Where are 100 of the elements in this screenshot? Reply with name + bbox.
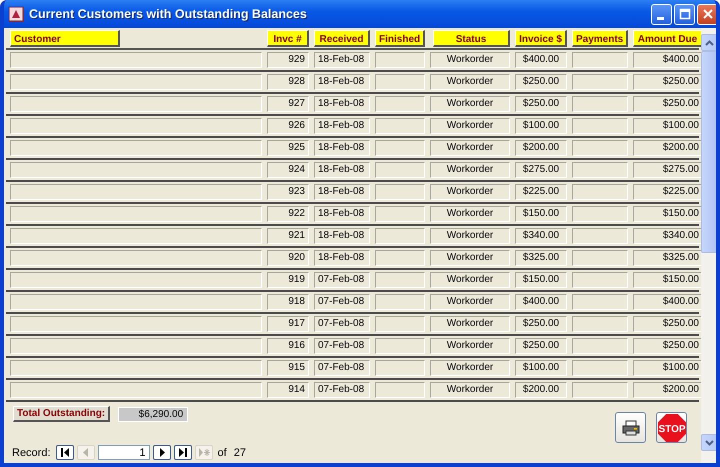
- table-cell: Workorder: [430, 96, 510, 112]
- table-cell: [375, 294, 425, 310]
- left-arrow-icon: [80, 448, 91, 457]
- table-cell: 918: [267, 294, 309, 310]
- table-cell: 921: [267, 228, 309, 244]
- table-cell: $250.00: [515, 316, 567, 332]
- table-cell: Workorder: [430, 206, 510, 222]
- table-cell: [375, 162, 425, 178]
- table-cell: 916: [267, 338, 309, 354]
- table-cell: 925: [267, 140, 309, 156]
- table-cell: 924: [267, 162, 309, 178]
- total-label: Total Outstanding:: [13, 406, 110, 422]
- close-button[interactable]: [697, 4, 716, 24]
- table-cell: Workorder: [430, 118, 510, 134]
- table-cell: 914: [267, 382, 309, 398]
- table-cell: [572, 338, 628, 354]
- table-cell: $250.00: [515, 338, 567, 354]
- table-cell: 919: [267, 272, 309, 288]
- column-header: Invoice $: [515, 30, 567, 46]
- window-title: Current Customers with Outstanding Balances: [29, 7, 308, 21]
- table-cell: $150.00: [515, 206, 567, 222]
- table-cell: Workorder: [430, 162, 510, 178]
- table-cell: [572, 272, 628, 288]
- table-cell: [572, 52, 628, 68]
- table-cell: 18-Feb-08: [314, 228, 370, 244]
- table-cell: 18-Feb-08: [314, 140, 370, 156]
- table-cell: [375, 184, 425, 200]
- column-header: Payments: [572, 30, 628, 46]
- table-cell: 07-Feb-08: [314, 360, 370, 376]
- table-cell: Workorder: [430, 74, 510, 90]
- column-header: Received: [314, 30, 370, 46]
- table-cell: 18-Feb-08: [314, 96, 370, 112]
- table-cell: 923: [267, 184, 309, 200]
- table-cell: 07-Feb-08: [314, 294, 370, 310]
- table-cell: 915: [267, 360, 309, 376]
- table-cell: 18-Feb-08: [314, 206, 370, 222]
- table-cell: Workorder: [430, 272, 510, 288]
- table-cell: Workorder: [430, 184, 510, 200]
- column-header: Invc #: [267, 30, 309, 46]
- table-cell: [572, 96, 628, 112]
- record-count: 27: [234, 446, 246, 458]
- app-icon: [8, 6, 24, 22]
- table-cell: $100.00: [515, 360, 567, 376]
- chevron-down-icon: [705, 440, 714, 446]
- table-cell: 18-Feb-08: [314, 118, 370, 134]
- table-cell: 18-Feb-08: [314, 162, 370, 178]
- table-cell: 18-Feb-08: [314, 184, 370, 200]
- table-cell: [572, 162, 628, 178]
- table-cell: $275.00: [515, 162, 567, 178]
- maximize-button[interactable]: [674, 4, 695, 24]
- table-cell: $250.00: [515, 96, 567, 112]
- table-cell: Workorder: [430, 52, 510, 68]
- table-cell: $200.00: [515, 382, 567, 398]
- table-cell: $250.00: [515, 74, 567, 90]
- table-cell: [572, 74, 628, 90]
- table-cell: [572, 250, 628, 266]
- table-cell: 18-Feb-08: [314, 52, 370, 68]
- table-cell: Workorder: [430, 382, 510, 398]
- new-record-icon: [198, 448, 210, 457]
- table-cell: [375, 118, 425, 134]
- column-header: Customer: [10, 30, 120, 46]
- scroll-down-button[interactable]: [701, 434, 716, 451]
- scrollbar-thumb[interactable]: [701, 51, 716, 253]
- table-cell: [572, 140, 628, 156]
- table-cell: $225.00: [515, 184, 567, 200]
- last-arrow-icon: [178, 448, 188, 457]
- table-cell: [375, 74, 425, 90]
- column-header: Finished: [375, 30, 425, 46]
- table-cell: 18-Feb-08: [314, 250, 370, 266]
- table-cell: [375, 272, 425, 288]
- table-cell: 920: [267, 250, 309, 266]
- table-cell: 922: [267, 206, 309, 222]
- record-label: Record:: [12, 446, 51, 458]
- first-record-button[interactable]: [56, 445, 74, 460]
- minimize-button[interactable]: [651, 4, 672, 24]
- table-cell: $400.00: [515, 294, 567, 310]
- last-record-button[interactable]: [174, 445, 192, 460]
- maximize-icon: [678, 8, 690, 20]
- table-cell: [572, 294, 628, 310]
- chevron-up-icon: [705, 40, 714, 46]
- table-cell: $200.00: [515, 140, 567, 156]
- column-header: Amount Due: [633, 30, 703, 46]
- table-cell: [375, 228, 425, 244]
- scroll-up-button[interactable]: [701, 34, 716, 51]
- table-cell: Workorder: [430, 360, 510, 376]
- table-cell: [375, 250, 425, 266]
- close-icon: [702, 8, 714, 20]
- table-cell: [572, 118, 628, 134]
- table-cell: 926: [267, 118, 309, 134]
- table-cell: [572, 206, 628, 222]
- table-cell: Workorder: [430, 228, 510, 244]
- record-number-field[interactable]: 1: [98, 445, 150, 460]
- print-button[interactable]: [615, 412, 646, 443]
- next-record-button[interactable]: [152, 445, 171, 460]
- table-cell: Workorder: [430, 338, 510, 354]
- record-of-label: of: [218, 446, 227, 458]
- table-cell: [375, 316, 425, 332]
- table-cell: $150.00: [515, 272, 567, 288]
- table-cell: 07-Feb-08: [314, 272, 370, 288]
- table-cell: $325.00: [515, 250, 567, 266]
